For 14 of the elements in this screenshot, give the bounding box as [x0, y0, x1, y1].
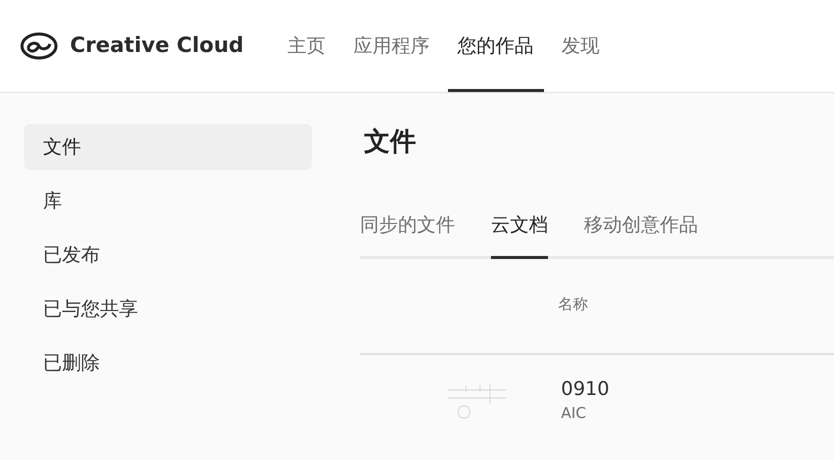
column-header: 名称	[558, 294, 588, 315]
nav-tab[interactable]: 主页	[278, 0, 336, 92]
nav-tab[interactable]: 发现	[552, 0, 610, 92]
tab[interactable]: 云文档	[491, 204, 548, 259]
nav-tab[interactable]: 您的作品	[448, 0, 544, 92]
tab[interactable]: 同步的文件	[360, 204, 455, 259]
file-name: 0910	[561, 376, 610, 402]
logo-icon	[20, 32, 58, 60]
file-type: AIC	[561, 402, 588, 424]
page-title: 文件	[364, 126, 417, 159]
app-name: Creative Cloud	[70, 32, 244, 60]
sidebar-item[interactable]: 文件	[24, 124, 312, 170]
nav-tab[interactable]: 应用程序	[344, 0, 440, 92]
tab[interactable]: 移动创意作品	[584, 204, 698, 259]
